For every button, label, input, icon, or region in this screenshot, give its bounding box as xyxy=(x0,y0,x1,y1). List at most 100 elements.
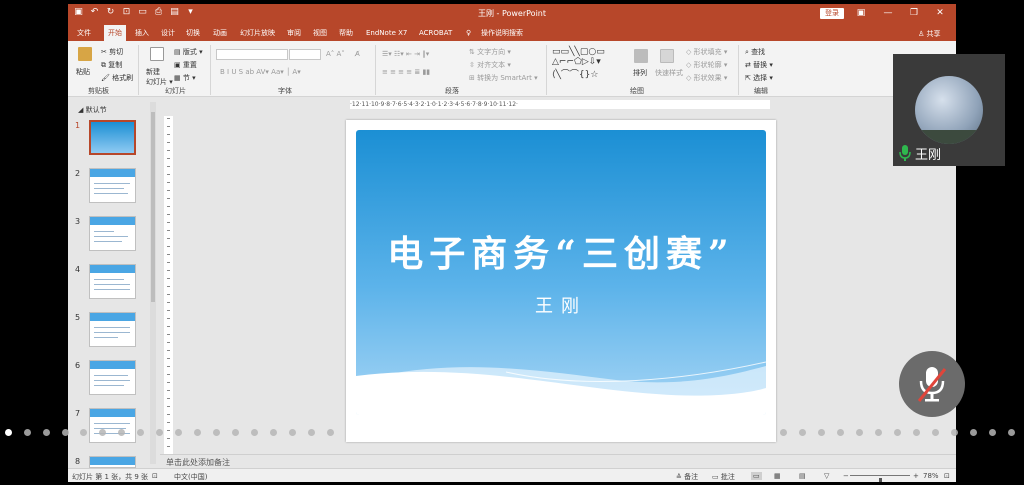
zoom-slider[interactable] xyxy=(850,475,910,482)
page-dot[interactable] xyxy=(137,429,144,436)
tab-file[interactable]: 文件 xyxy=(77,25,91,41)
close-icon[interactable]: ✕ xyxy=(932,6,948,20)
tab-animations[interactable]: 动画 xyxy=(213,25,227,41)
page-dot[interactable] xyxy=(780,429,787,436)
find-button[interactable]: ⌕ 查找 xyxy=(745,47,765,57)
slide-thumbnail-5[interactable] xyxy=(89,312,136,347)
tab-review[interactable]: 审阅 xyxy=(287,25,301,41)
page-dot[interactable] xyxy=(989,429,996,436)
replace-button[interactable]: ⇄ 替换 ▾ xyxy=(745,60,773,70)
login-button[interactable]: 登录 xyxy=(820,8,844,19)
current-slide[interactable]: 电子商务“三创赛” 王刚 xyxy=(346,120,776,442)
zoom-in-icon[interactable]: + xyxy=(913,472,919,480)
page-dot[interactable] xyxy=(232,429,239,436)
slide-thumbnail-2[interactable] xyxy=(89,168,136,203)
slide-thumbnail-1[interactable] xyxy=(89,120,136,155)
select-button[interactable]: ⇱ 选择 ▾ xyxy=(745,73,773,83)
shape-effects-button[interactable]: ◇ 形状效果 ▾ xyxy=(686,73,727,83)
page-dot[interactable] xyxy=(80,429,87,436)
shapes-gallery[interactable]: ▭▭╲╲▢○▭ △⌐⌐⬠▷⇩▾ ⟨╲⌒⌒{}☆ xyxy=(552,47,605,80)
quick-styles-button[interactable]: 快速样式 xyxy=(655,68,683,78)
tab-view[interactable]: 视图 xyxy=(313,25,327,41)
slide-thumbnail-6[interactable] xyxy=(89,360,136,395)
tab-acrobat[interactable]: ACROBAT xyxy=(419,25,452,41)
zoom-level[interactable]: 78% xyxy=(923,472,939,480)
slide-thumbnail-3[interactable] xyxy=(89,216,136,251)
new-slide-icon[interactable] xyxy=(150,47,164,61)
copy-button[interactable]: ⧉ 复制 xyxy=(101,60,122,70)
align-icons[interactable]: ≡ ≡ ≡ ≡ ≣ ▮▮ xyxy=(382,68,430,76)
font-format-icons[interactable]: B I U S ab AV▾ Aa▾ │ A▾ xyxy=(220,68,301,76)
scroll-thumb[interactable] xyxy=(151,112,155,302)
paste-icon[interactable] xyxy=(78,47,92,61)
ribbon-display-icon[interactable]: ▣ xyxy=(853,6,869,20)
text-direction-button[interactable]: ⇅ 文字方向 ▾ xyxy=(469,47,511,57)
participant-video-tile[interactable]: 王刚 xyxy=(893,54,1005,166)
page-dot[interactable] xyxy=(43,429,50,436)
page-dot[interactable] xyxy=(875,429,882,436)
shape-fill-button[interactable]: ◇ 形状填充 ▾ xyxy=(686,47,727,57)
quick-styles-icon[interactable] xyxy=(660,49,674,63)
slide-thumbnail-4[interactable] xyxy=(89,264,136,299)
grow-font-icon[interactable]: A˄ A˅ xyxy=(326,50,345,58)
tab-slideshow[interactable]: 幻灯片放映 xyxy=(240,25,275,41)
page-dot[interactable] xyxy=(970,429,977,436)
page-dot[interactable] xyxy=(837,429,844,436)
page-dot[interactable] xyxy=(932,429,939,436)
format-painter-button[interactable]: 🖌 格式刷 xyxy=(101,73,133,83)
tab-transitions[interactable]: 切换 xyxy=(186,25,200,41)
page-dot[interactable] xyxy=(913,429,920,436)
slideshow-view-icon[interactable]: ▽ xyxy=(824,472,829,480)
page-dot[interactable] xyxy=(251,429,258,436)
tab-insert[interactable]: 插入 xyxy=(135,25,149,41)
page-dot[interactable] xyxy=(5,429,12,436)
reset-button[interactable]: ▣ 重置 xyxy=(174,60,197,70)
thumbnail-scrollbar[interactable] xyxy=(150,102,156,464)
page-dot[interactable] xyxy=(62,429,69,436)
page-dot[interactable] xyxy=(1008,429,1015,436)
slide-sorter-icon[interactable]: ▦ xyxy=(774,472,781,480)
page-dot[interactable] xyxy=(289,429,296,436)
page-dot[interactable] xyxy=(951,429,958,436)
page-dot[interactable] xyxy=(213,429,220,436)
normal-view-icon[interactable]: ▭ xyxy=(751,472,762,480)
new-slide-button[interactable]: 新建 幻灯片 ▾ xyxy=(146,67,173,87)
tell-me-search[interactable]: 操作说明搜索 xyxy=(481,25,523,41)
page-dot[interactable] xyxy=(327,429,334,436)
page-dot[interactable] xyxy=(799,429,806,436)
share-button[interactable]: ♙ 共享 xyxy=(918,29,941,39)
smartart-button[interactable]: ⊞ 转换为 SmartArt ▾ xyxy=(469,73,538,83)
notes-pane[interactable]: 单击此处添加备注 xyxy=(160,454,956,468)
shape-outline-button[interactable]: ◇ 形状轮廓 ▾ xyxy=(686,60,727,70)
slide-subtitle[interactable]: 王刚 xyxy=(356,292,766,318)
page-dot[interactable] xyxy=(24,429,31,436)
language-indicator[interactable]: 中文(中国) xyxy=(174,472,207,482)
slide-thumbnail-8[interactable] xyxy=(89,456,136,468)
page-dot[interactable] xyxy=(818,429,825,436)
page-dot[interactable] xyxy=(270,429,277,436)
font-name-box[interactable] xyxy=(216,49,288,60)
zoom-slider-knob[interactable] xyxy=(879,478,882,482)
notes-button[interactable]: ≙ 备注 xyxy=(676,472,698,482)
paste-button[interactable]: 粘贴 xyxy=(76,67,90,77)
section-button[interactable]: ▦ 节 ▾ xyxy=(174,73,196,83)
mute-button[interactable] xyxy=(899,351,965,417)
align-text-button[interactable]: ⇳ 对齐文本 ▾ xyxy=(469,60,511,70)
slide-title[interactable]: 电子商务“三创赛” xyxy=(356,225,766,277)
font-size-box[interactable] xyxy=(289,49,321,60)
arrange-button[interactable]: 排列 xyxy=(633,68,647,78)
tab-design[interactable]: 设计 xyxy=(161,25,175,41)
page-dot[interactable] xyxy=(99,429,106,436)
page-dot[interactable] xyxy=(856,429,863,436)
page-dot[interactable] xyxy=(175,429,182,436)
page-dot[interactable] xyxy=(118,429,125,436)
reading-view-icon[interactable]: ▤ xyxy=(799,472,806,480)
page-dot[interactable] xyxy=(894,429,901,436)
page-dot[interactable] xyxy=(194,429,201,436)
tab-help[interactable]: 帮助 xyxy=(339,25,353,41)
tab-home[interactable]: 开始 xyxy=(104,25,126,41)
list-icons[interactable]: ☰▾ ☷▾ ⇤ ⇥ ‖▾ xyxy=(382,50,429,58)
arrange-icon[interactable] xyxy=(634,49,648,63)
accessibility-icon[interactable]: ⊡ xyxy=(152,472,158,480)
minimize-icon[interactable]: — xyxy=(880,6,896,20)
